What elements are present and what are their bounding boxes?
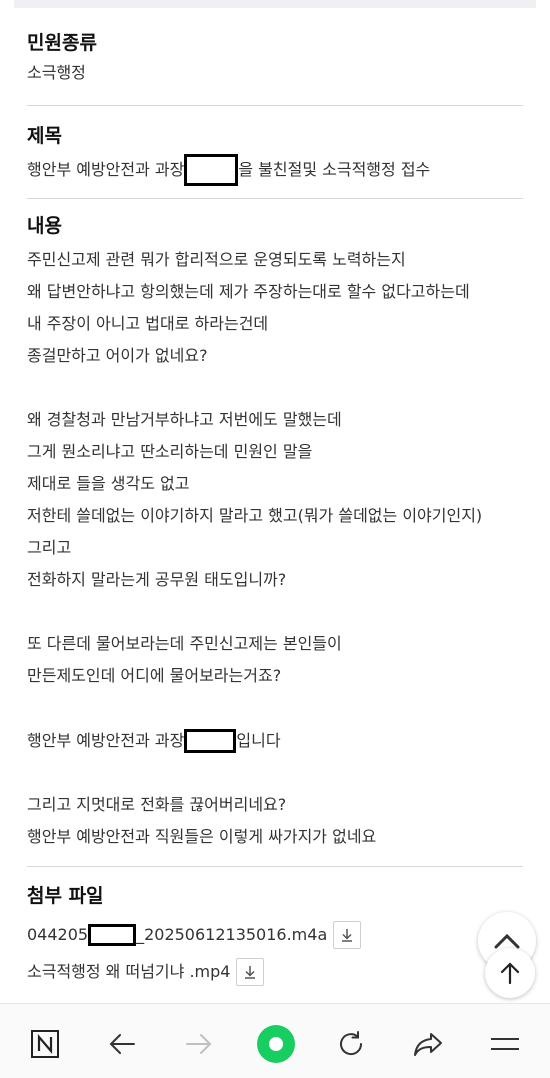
browser-toolbar	[0, 1003, 550, 1078]
content-line: 저한테 쓸데없는 이야기하지 말라고 했고(뭐가 쓸데없는 이야기인지)	[27, 506, 483, 525]
menu-button[interactable]	[487, 1026, 523, 1062]
naver-home-button[interactable]	[27, 1026, 63, 1062]
green-home-button[interactable]	[257, 1025, 295, 1063]
content-line: 또 다른데 물어보라는데 주민신고제는 본인들이	[27, 634, 342, 653]
file-name-suffix: _20250612135016.m4a	[136, 925, 328, 944]
content-line: 왜 경찰청과 만남거부하냐고 저번에도 말했는데	[27, 410, 342, 429]
content-line: 전화하지 말라는게 공무원 태도입니까?	[27, 570, 287, 589]
content-line: 주민신고제 관련 뭐가 합리적으로 운영되도록 노력하는지	[27, 250, 406, 269]
attachments-section: 첨부 파일	[27, 884, 523, 908]
content-text: 행안부 예방안전과 과장	[27, 731, 185, 750]
naver-n-icon	[31, 1030, 59, 1058]
content-line-redacted: 행안부 예방안전과 과장 입니다	[27, 729, 281, 753]
file-name: 소극적행정 왜 떠넘기냐 .mp4	[27, 962, 231, 981]
home-dot-icon	[257, 1025, 295, 1063]
download-button[interactable]	[333, 921, 362, 949]
attachment-file[interactable]: 소극적행정 왜 떠넘기냐 .mp4	[27, 958, 265, 986]
share-icon	[414, 1033, 442, 1056]
back-arrow-icon	[109, 1034, 135, 1054]
menu-icon	[491, 1038, 519, 1050]
redacted-number	[88, 924, 137, 946]
download-icon	[342, 929, 353, 942]
forward-button[interactable]	[181, 1026, 217, 1062]
attachments-heading: 첨부 파일	[27, 885, 104, 907]
refresh-button[interactable]	[333, 1026, 369, 1062]
content-line: 만든제도인데 어디에 물어보라는거죠?	[27, 666, 282, 685]
content-line: 그게 뭔소리냐고 딴소리하는데 민원인 말을	[27, 442, 313, 461]
arrow-up-icon	[500, 962, 520, 985]
file-name-prefix: 044205	[27, 925, 89, 944]
content-line: 그리고 지멋대로 전화를 끊어버리네요?	[27, 795, 287, 814]
content-line: 행안부 예방안전과 직원들은 이렇게 싸가지가 없네요	[27, 827, 377, 846]
share-button[interactable]	[410, 1026, 446, 1062]
download-button[interactable]	[236, 958, 265, 986]
forward-arrow-icon	[186, 1034, 212, 1054]
content-line: 왜 답변안하냐고 항의했는데 제가 주장하는대로 할수 없다고하는데	[27, 282, 470, 301]
refresh-icon	[340, 1031, 363, 1056]
redacted-name	[184, 729, 237, 753]
scroll-top-button[interactable]	[485, 948, 535, 998]
content-text: 입니다	[236, 731, 281, 750]
back-button[interactable]	[104, 1026, 140, 1062]
content-line: 종걸만하고 어이가 없네요?	[27, 346, 208, 365]
content-body: 주민신고제 관련 뭐가 합리적으로 운영되도록 노력하는지 왜 답변안하냐고 항…	[27, 0, 527, 860]
content-line: 그리고	[27, 538, 72, 557]
content-line: 내 주장이 아니고 법대로 하라는건데	[27, 314, 269, 333]
download-icon	[245, 966, 256, 979]
content-line: 제대로 들을 생각도 없고	[27, 474, 190, 493]
attachment-file[interactable]: 044205 _20250612135016.m4a	[27, 921, 362, 949]
divider	[27, 866, 523, 867]
